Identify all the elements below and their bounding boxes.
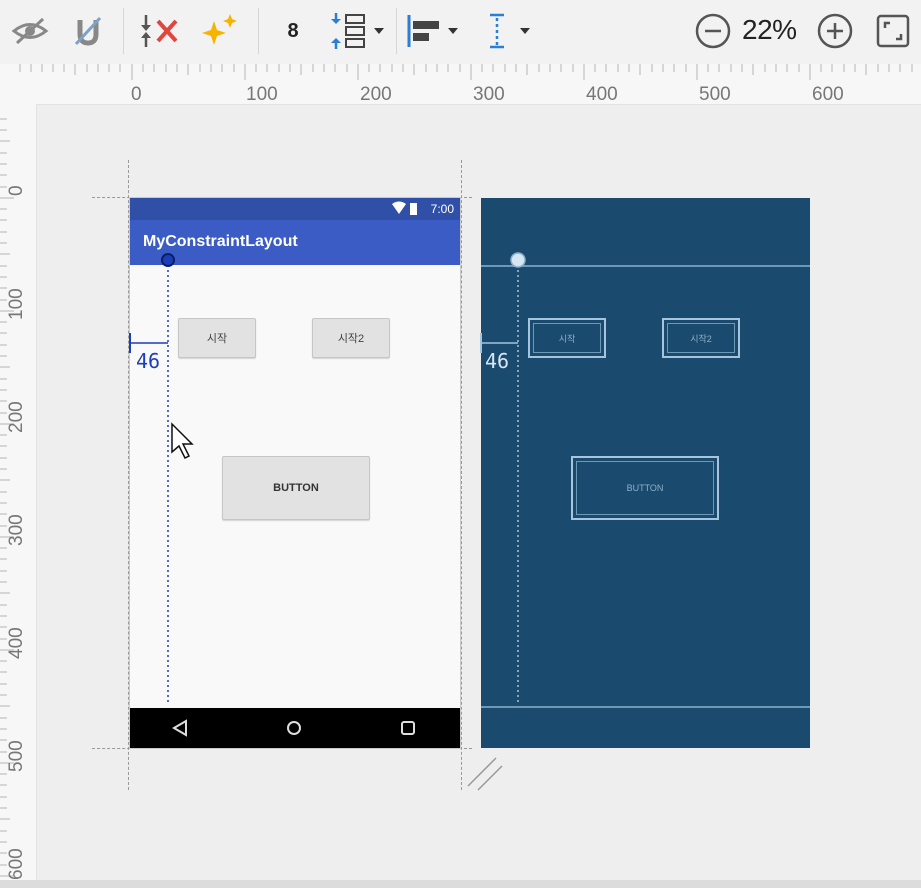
- toolbar-separator: [396, 8, 397, 54]
- default-margin-button[interactable]: 8: [276, 10, 310, 52]
- blueprint-navbar-line: [481, 706, 810, 708]
- ruler-label: 100: [246, 84, 278, 105]
- align-dropdown[interactable]: [402, 10, 462, 52]
- ruler-label: 200: [360, 84, 392, 105]
- start-button[interactable]: 시작: [178, 318, 256, 358]
- bottom-edge: [0, 880, 921, 888]
- home-circle-icon[interactable]: [287, 721, 301, 735]
- chevron-down-icon: [520, 28, 530, 34]
- ruler-label: 0: [131, 84, 142, 105]
- infer-constraints-button[interactable]: [196, 10, 244, 52]
- start-button-label: 시작: [206, 333, 228, 345]
- toolbar-separator: [258, 8, 259, 54]
- design-view[interactable]: 7:00 MyConstraintLayout 시작 시작2 BUTTON: [130, 198, 460, 748]
- chevron-down-icon: [448, 28, 458, 34]
- back-triangle-icon[interactable]: [172, 719, 187, 737]
- bp-start2-button[interactable]: 시작2: [662, 318, 740, 358]
- app-bar: MyConstraintLayout: [130, 220, 460, 265]
- ruler-label: 600: [812, 84, 844, 105]
- selection-guide: [461, 160, 462, 790]
- ruler-label: 100: [6, 288, 27, 320]
- align-icon: [407, 15, 439, 47]
- blueprint-appbar-line: [481, 265, 810, 267]
- status-bar: 7:00: [130, 198, 460, 220]
- guidelines-icon: [490, 13, 504, 49]
- ruler-label: 200: [6, 401, 27, 433]
- ruler-label: 600: [6, 848, 27, 880]
- app-title: MyConstraintLayout: [143, 233, 298, 250]
- ruler-label: 500: [6, 740, 27, 772]
- bp-start-button[interactable]: 시작: [528, 318, 606, 358]
- layout-editor-toolbar: 8 22%: [0, 0, 921, 65]
- pack-dropdown[interactable]: [324, 10, 388, 52]
- guidelines-dropdown[interactable]: [474, 10, 536, 52]
- big-button[interactable]: BUTTON: [222, 456, 370, 520]
- magnet-autoconnect-icon: [74, 16, 102, 46]
- start2-button[interactable]: 시작2: [312, 318, 390, 358]
- plus-circle-icon: [817, 13, 853, 49]
- zoom-level: 22%: [742, 14, 797, 45]
- minus-circle-icon: [695, 13, 731, 49]
- margin-value-label: 46: [136, 349, 161, 373]
- ruler-label: 400: [586, 84, 618, 105]
- ruler-label: 0: [6, 185, 27, 196]
- zoom-out-button[interactable]: [692, 10, 734, 52]
- ruler-label: 300: [473, 84, 505, 105]
- recents-square-icon[interactable]: [401, 721, 415, 735]
- bp-button-inner: [533, 323, 601, 353]
- infer-constraints-sparkle-icon: [202, 14, 237, 45]
- bp-button-inner: [576, 461, 714, 515]
- vertical-ruler: 0 100 200 300 400 500 600: [0, 104, 37, 884]
- default-margin-value: 8: [287, 19, 299, 42]
- clear-constraints-button[interactable]: [136, 10, 184, 52]
- toolbar-separator: [123, 8, 124, 54]
- blueprint-view[interactable]: 시작 시작2 BUTTON: [481, 198, 810, 748]
- fit-screen-icon: [876, 14, 910, 48]
- show-hide-eye-icon: [11, 17, 49, 45]
- start2-button-label: 시작2: [337, 333, 365, 345]
- ruler-label: 300: [6, 514, 27, 546]
- show-hide-eye-button[interactable]: [8, 10, 52, 52]
- resize-handle[interactable]: [466, 756, 504, 794]
- zoom-in-button[interactable]: [814, 10, 856, 52]
- bp-margin-value-label: 46: [485, 349, 510, 373]
- wifi-battery-icon: [392, 201, 417, 215]
- bp-big-button[interactable]: BUTTON: [571, 456, 719, 520]
- ruler-label: 400: [6, 627, 27, 659]
- horizontal-ruler: 0 100 200 300 400 500 600: [0, 64, 921, 105]
- selection-guide: [128, 160, 129, 790]
- bp-button-inner: [667, 323, 735, 353]
- chevron-down-icon: [374, 28, 384, 34]
- navigation-bar: [130, 708, 460, 748]
- pack-icon: [331, 13, 365, 49]
- fit-screen-button[interactable]: [872, 10, 914, 52]
- nav-bar-icons: [172, 719, 415, 737]
- clear-constraints-icon: [141, 15, 178, 47]
- big-button-label: BUTTON: [273, 482, 319, 494]
- status-time: 7:00: [430, 202, 454, 216]
- autoconnect-button[interactable]: [66, 10, 110, 52]
- selection-guide: [92, 748, 472, 749]
- ruler-label: 500: [699, 84, 731, 105]
